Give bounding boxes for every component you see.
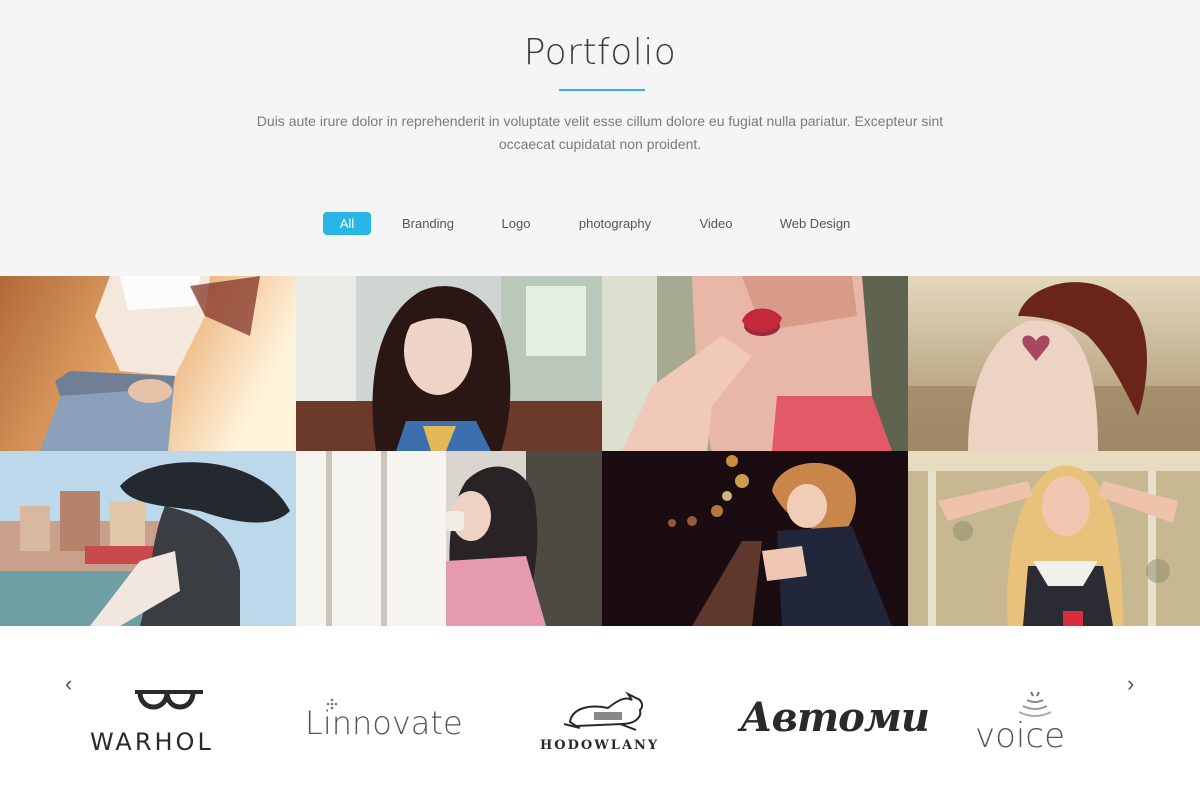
photo-woman-portrait-dark-hair xyxy=(296,276,602,451)
logo-hodowlany[interactable]: HODOWLANY xyxy=(540,690,665,760)
photo-woman-night-lights xyxy=(602,451,908,626)
logo-text: HODOWLANY xyxy=(540,738,660,753)
photo-woman-back-tattoo-field xyxy=(908,276,1200,451)
filter-video[interactable]: Video xyxy=(690,212,742,235)
photo-woman-eating-strawberry xyxy=(602,276,908,451)
page-title: Portfolio xyxy=(523,32,677,73)
logo-text: WARHOL xyxy=(90,728,214,756)
clients-carousel: ‹ › WARHOL Linnovate HODOWLANY Автомu vo… xyxy=(0,626,1200,800)
logo-linnovate[interactable]: Linnovate xyxy=(305,696,465,746)
portfolio-item[interactable] xyxy=(296,276,602,451)
logo-text: voice xyxy=(975,716,1065,756)
logo-avtomi[interactable]: Автомu xyxy=(740,694,930,749)
logo-voice[interactable]: voice xyxy=(975,688,1095,758)
portfolio-item[interactable] xyxy=(908,451,1200,626)
portfolio-item[interactable] xyxy=(0,276,296,451)
filter-photography[interactable]: photography xyxy=(569,212,661,235)
title-underline xyxy=(559,89,645,91)
photo-woman-window-cup xyxy=(296,451,602,626)
portfolio-item[interactable] xyxy=(0,451,296,626)
photo-woman-jeans-sunset xyxy=(0,276,296,451)
portfolio-item[interactable] xyxy=(602,451,908,626)
filter-logo[interactable]: Logo xyxy=(492,212,540,235)
filter-web-design[interactable]: Web Design xyxy=(771,212,859,235)
chevron-left-icon[interactable]: ‹ xyxy=(65,673,72,695)
portfolio-grid xyxy=(0,276,1200,626)
section-description: Duis aute irure dolor in reprehenderit i… xyxy=(256,113,944,152)
portfolio-item[interactable] xyxy=(908,276,1200,451)
chevron-right-icon[interactable]: › xyxy=(1127,673,1134,695)
filter-all[interactable]: All xyxy=(323,212,371,235)
photo-woman-hat-venice xyxy=(0,451,296,626)
warhol-glasses-icon xyxy=(135,690,203,710)
portfolio-header: Portfolio Duis aute irure dolor in repre… xyxy=(0,0,1200,276)
portfolio-item[interactable] xyxy=(296,451,602,626)
logo-warhol[interactable]: WARHOL xyxy=(85,684,250,759)
filter-branding[interactable]: Branding xyxy=(392,212,464,235)
portfolio-item[interactable] xyxy=(602,276,908,451)
filter-bar: All Branding Logo photography Video Web … xyxy=(0,212,1200,235)
photo-woman-blonde-wallpaper xyxy=(908,451,1200,626)
logo-text: Linnovate xyxy=(305,704,463,742)
rabbit-icon xyxy=(563,691,644,731)
logo-text: Автомu xyxy=(740,694,930,741)
